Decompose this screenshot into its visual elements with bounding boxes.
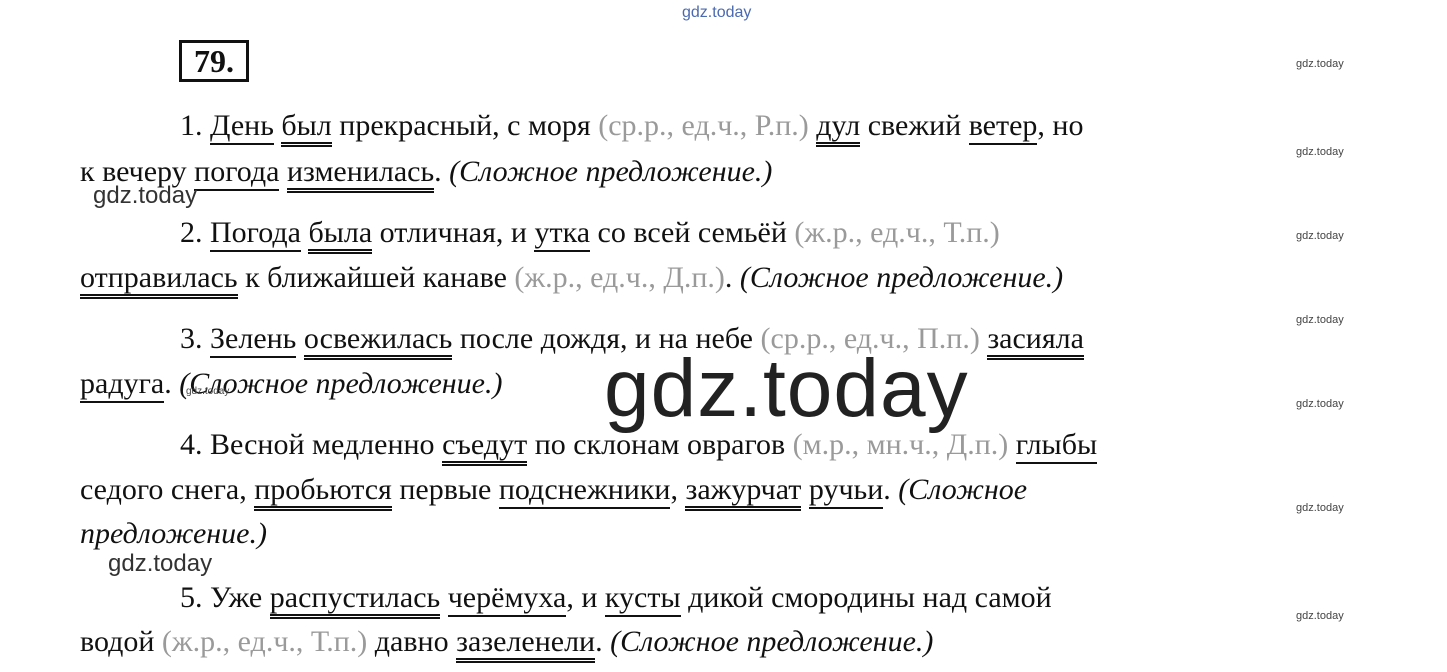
subject-underline: Погода	[210, 216, 301, 252]
subject-underline: подснежники	[498, 473, 671, 509]
sentence-1-line-1: 1. День был прекрасный, с моря (ср.р., е…	[180, 106, 1084, 147]
watermark-medium-1: gdz.today	[93, 182, 198, 209]
text-segment	[440, 581, 448, 614]
text-segment: первые	[391, 473, 499, 506]
text-segment: 2.	[180, 216, 210, 249]
watermark-medium-2: gdz.today	[108, 550, 213, 577]
subject-underline: погода	[194, 155, 280, 191]
subject-underline: радуга	[80, 367, 165, 403]
sentence-4-line-2: седого снега, пробьются первые подснежни…	[80, 470, 1028, 511]
text-segment: .	[724, 261, 740, 294]
predicate-double-underline: был	[281, 109, 332, 147]
text-segment	[1008, 428, 1016, 461]
predicate-double-underline: засияла	[987, 322, 1084, 360]
watermark-side-3: gdz.today	[1296, 230, 1344, 242]
text-segment: 5. Уже	[180, 581, 270, 614]
subject-underline: кусты	[604, 581, 681, 617]
predicate-double-underline: съедут	[442, 428, 528, 466]
sentence-type-note: (Сложное	[898, 473, 1028, 506]
watermark-side-6: gdz.today	[1296, 502, 1344, 514]
watermark-top: gdz.today	[682, 4, 752, 21]
sentence-2-line-2: отправилась к ближайшей канаве (ж.р., ед…	[80, 258, 1064, 299]
predicate-double-underline: освежилась	[303, 322, 453, 360]
sentence-type-note: предложение.)	[80, 517, 267, 550]
grammar-note: (ср.р., ед.ч., Р.п.)	[598, 109, 809, 142]
predicate-double-underline: была	[308, 216, 373, 254]
sentence-type-note: (Сложное предложение.)	[610, 625, 934, 658]
predicate-double-underline: зажурчат	[685, 473, 802, 511]
text-segment: 4. Весной медленно	[180, 428, 443, 461]
sentence-type-note: (Сложное предложение.)	[449, 155, 773, 188]
sentence-2-line-1: 2. Погода была отличная, и утка со всей …	[180, 213, 1000, 254]
exercise-number: 79.	[179, 40, 249, 82]
text-segment: отличная, и	[372, 216, 535, 249]
predicate-double-underline: пробьются	[254, 473, 392, 511]
watermark-tiny: gdz.today	[186, 386, 230, 397]
text-segment	[279, 155, 287, 188]
text-segment: седого снега,	[80, 473, 255, 506]
grammar-note: (ж.р., ед.ч., Д.п.)	[514, 261, 725, 294]
text-segment: 1.	[180, 109, 210, 142]
text-segment: дикой смородины над самой	[680, 581, 1052, 614]
watermark-side-5: gdz.today	[1296, 398, 1344, 410]
subject-underline: Зелень	[210, 322, 297, 358]
sentence-5-line-2: водой (ж.р., ед.ч., Т.п.) давно зазелене…	[80, 622, 934, 663]
text-segment: .	[595, 625, 611, 658]
text-segment: ,	[670, 473, 686, 506]
text-segment	[296, 322, 304, 355]
text-segment: .	[434, 155, 450, 188]
text-segment: .	[164, 367, 180, 400]
predicate-double-underline: отправилась	[80, 261, 238, 299]
exercise-page: gdz.today 79. 1. День был прекрасный, с …	[0, 0, 1447, 672]
text-segment: давно	[367, 625, 457, 658]
sentence-3-line-2: радуга. (Сложное предложение.)	[80, 364, 502, 404]
text-segment: прекрасный, с моря	[331, 109, 599, 142]
subject-underline: глыбы	[1015, 428, 1098, 464]
watermark-side-7: gdz.today	[1296, 610, 1344, 622]
predicate-double-underline: зазеленели	[456, 625, 596, 663]
text-segment: со всей семьёй	[590, 216, 795, 249]
sentence-type-note: (Сложное предложение.)	[739, 261, 1064, 294]
text-segment: , и	[566, 581, 605, 614]
watermark-side-4: gdz.today	[1296, 314, 1344, 326]
predicate-double-underline: изменилась	[286, 155, 435, 193]
subject-underline: утка	[534, 216, 591, 252]
text-segment: водой	[80, 625, 162, 658]
predicate-double-underline: распустилась	[269, 581, 441, 619]
watermark-big: gdz.today	[604, 343, 969, 434]
sentence-5-line-1: 5. Уже распустилась черёмуха, и кусты ди…	[180, 578, 1052, 619]
watermark-side-1: gdz.today	[1296, 58, 1344, 70]
text-segment: 3.	[180, 322, 210, 355]
grammar-note: (ж.р., ед.ч., Т.п.)	[161, 625, 368, 658]
sentence-4-line-3: предложение.)	[80, 514, 267, 554]
text-segment: , но	[1037, 109, 1084, 142]
subject-underline: черёмуха	[447, 581, 567, 617]
subject-underline: День	[210, 109, 274, 145]
subject-underline: ветер	[968, 109, 1038, 145]
subject-underline: ручьи	[808, 473, 884, 509]
text-segment: к ближайшей канаве	[237, 261, 515, 294]
text-segment	[801, 473, 809, 506]
watermark-side-2: gdz.today	[1296, 146, 1344, 158]
text-segment: .	[883, 473, 899, 506]
predicate-double-underline: дул	[816, 109, 861, 147]
text-segment: свежий	[860, 109, 969, 142]
grammar-note: (ж.р., ед.ч., Т.п.)	[794, 216, 1000, 249]
